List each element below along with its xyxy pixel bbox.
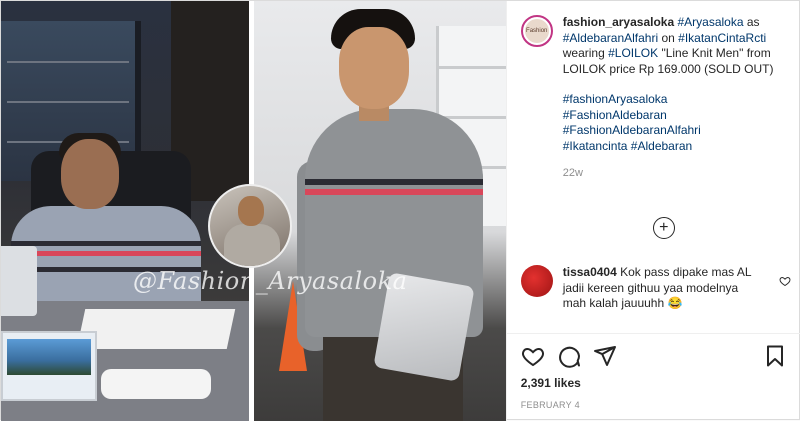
caption-fragment: on — [658, 30, 679, 45]
bookmark-icon[interactable] — [763, 344, 787, 368]
comment-text-block: tissa0404 Kok pass dipake mas AL jadii k… — [563, 265, 763, 312]
hashtag-link[interactable]: #fashionAryasaloka — [563, 92, 668, 106]
instagram-post: @Fashion_Aryasaloka Fashion fashion_arya… — [0, 0, 800, 421]
hashtag-block: #fashionAryasaloka #FashionAldebaran #Fash… — [563, 92, 791, 154]
laptop-left — [1, 246, 37, 316]
model-face — [339, 27, 409, 109]
actor-sweater — [11, 206, 201, 316]
post-date[interactable]: FEBRUARY 4 — [521, 400, 787, 410]
comment-heart-icon[interactable] — [779, 275, 791, 287]
hashtag-link[interactable]: #FashionAldebaran — [563, 108, 667, 122]
caption-fragment: wearing — [562, 46, 609, 60]
caption: fashion_aryasaloka #Aryasaloka as #Aldeb… — [563, 15, 791, 182]
share-icon[interactable] — [593, 344, 617, 368]
post-sidebar: Fashion fashion_aryasaloka #Aryasaloka a… — [505, 1, 800, 421]
hashtag-link[interactable]: #IkatanCintaRcti — [678, 31, 766, 45]
hashtag-link[interactable]: #LOILOK — [608, 46, 658, 60]
plus-circle-icon[interactable]: + — [652, 217, 675, 239]
comment: tissa0404 Kok pass dipake mas AL jadii k… — [520, 265, 791, 312]
comment-icon[interactable] — [557, 344, 581, 368]
post-image[interactable]: @Fashion_Aryasaloka — [1, 1, 506, 421]
like-count[interactable]: 2,391 likes — [521, 376, 787, 390]
action-bar: 2,391 likes FEBRUARY 4 — [506, 333, 800, 410]
papers — [76, 309, 236, 349]
desk-calendar — [1, 331, 97, 401]
hashtag-link[interactable]: #AldebaranAlfahri — [563, 31, 658, 45]
commenter-username[interactable]: tissa0404 — [563, 265, 617, 279]
hashtag-link[interactable]: #Ikatancinta — [563, 139, 628, 153]
heart-icon[interactable] — [521, 344, 545, 368]
actor-face — [61, 139, 119, 209]
hashtag-link[interactable]: #Aldebaran — [631, 139, 692, 153]
caption-fragment: as — [743, 15, 760, 29]
hashtag-link[interactable]: #Aryasaloka — [677, 15, 743, 29]
avatar-logo: Fashion — [524, 19, 549, 43]
author-avatar[interactable]: Fashion — [520, 15, 553, 47]
author-username[interactable]: fashion_aryasaloka — [563, 15, 674, 29]
comment-emoji: 😂 — [667, 296, 683, 310]
inset-portrait — [208, 184, 292, 268]
desk-phone — [101, 369, 211, 399]
watermark: @Fashion_Aryasaloka — [133, 267, 408, 295]
caption-row: Fashion fashion_aryasaloka #Aryasaloka a… — [520, 15, 793, 182]
hashtag-link[interactable]: #FashionAldebaranAlfahri — [563, 123, 701, 137]
commenter-avatar[interactable] — [520, 265, 553, 297]
post-time[interactable]: 22w — [563, 166, 791, 182]
